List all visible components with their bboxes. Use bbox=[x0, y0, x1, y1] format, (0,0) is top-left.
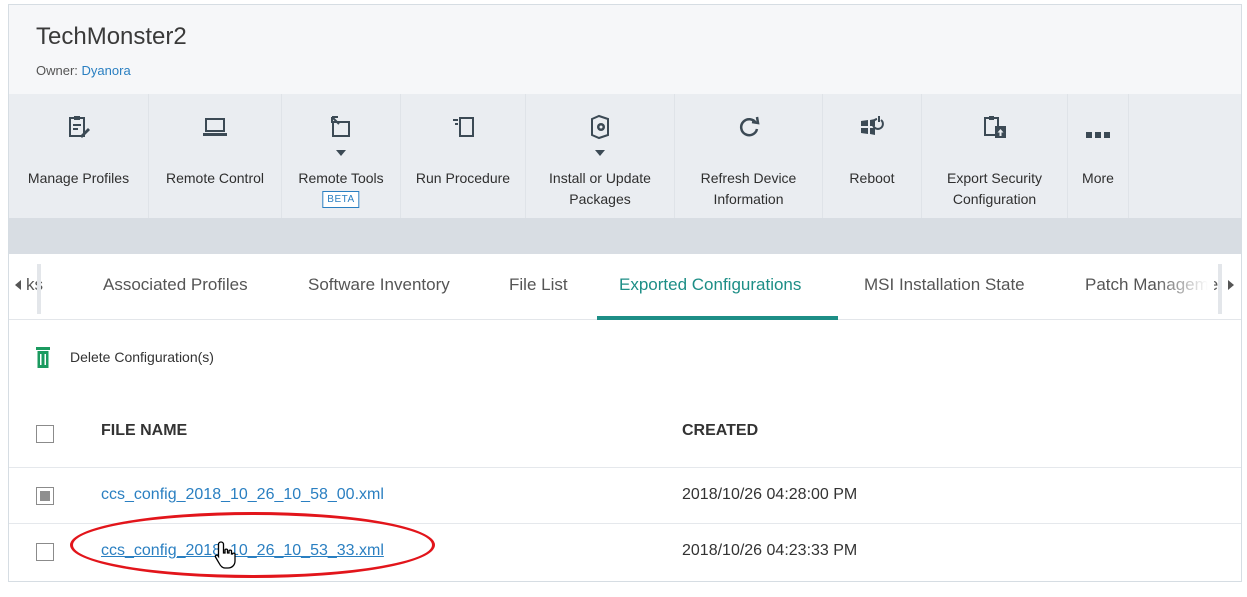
refresh-device-information-button[interactable]: Refresh Device Information bbox=[675, 94, 822, 218]
table-header-row: FILE NAME CREATED bbox=[9, 398, 1241, 468]
toolbar-spacer bbox=[9, 218, 1241, 254]
manage-profiles-button[interactable]: Manage Profiles bbox=[9, 94, 148, 218]
remote-control-button[interactable]: Remote Control bbox=[149, 94, 281, 218]
device-owner: Owner: Dyanora bbox=[36, 63, 131, 78]
export-configuration-icon bbox=[983, 116, 1006, 138]
active-tab-indicator bbox=[597, 316, 838, 320]
select-all-checkbox[interactable] bbox=[36, 425, 54, 443]
scroll-right-icon[interactable] bbox=[1228, 280, 1234, 290]
more-label: More bbox=[1082, 170, 1114, 186]
scroll-left-icon[interactable] bbox=[15, 280, 21, 290]
device-header: TechMonster2 Owner: Dyanora bbox=[9, 5, 1241, 94]
created-cell: 2018/10/26 04:28:00 PM bbox=[682, 486, 858, 503]
device-toolbar: Manage Profiles Remote Control Remote To… bbox=[9, 94, 1241, 218]
trash-icon bbox=[36, 347, 50, 368]
file-name-column-header[interactable]: FILE NAME bbox=[101, 422, 187, 440]
reboot-button[interactable]: Reboot bbox=[823, 94, 921, 218]
export-security-label: Export Security Configuration bbox=[922, 168, 1067, 210]
refresh-label-line2: Information bbox=[713, 191, 784, 207]
remote-tools-icon bbox=[331, 116, 350, 137]
export-label-line2: Configuration bbox=[952, 191, 1037, 207]
tab-overflow-fade bbox=[1154, 254, 1214, 318]
tab-associated-profiles[interactable]: Associated Profiles bbox=[103, 254, 248, 320]
run-procedure-button[interactable]: Run Procedure bbox=[401, 94, 525, 218]
delete-configurations-button[interactable]: Delete Configuration(s) bbox=[36, 345, 214, 369]
tab-file-list[interactable]: File List bbox=[509, 254, 568, 320]
remote-tools-button[interactable]: Remote Tools BETA bbox=[282, 94, 400, 218]
hand-cursor-icon bbox=[214, 541, 236, 569]
manage-profiles-icon bbox=[68, 116, 90, 138]
beta-badge: BETA bbox=[322, 191, 360, 208]
install-update-packages-button[interactable]: Install or Update Packages bbox=[526, 94, 674, 218]
package-icon bbox=[591, 114, 609, 140]
laptop-icon bbox=[203, 118, 227, 136]
file-name-cell: ccs_config_2018_10_26_10_53_33.xml bbox=[101, 542, 384, 560]
more-button[interactable]: More bbox=[1068, 94, 1128, 218]
tab-software-inventory[interactable]: Software Inventory bbox=[308, 254, 450, 320]
device-tabs: ks Associated Profiles Software Inventor… bbox=[9, 254, 1241, 320]
row-checkbox[interactable] bbox=[36, 543, 54, 561]
tab-exported-configurations[interactable]: Exported Configurations bbox=[619, 254, 801, 320]
row-checkbox[interactable] bbox=[36, 487, 54, 505]
owner-link[interactable]: Dyanora bbox=[82, 63, 131, 78]
export-security-configuration-button[interactable]: Export Security Configuration bbox=[922, 94, 1067, 218]
install-label-line2: Packages bbox=[569, 191, 631, 207]
export-label-line1: Export Security bbox=[947, 170, 1042, 186]
table-row: ccs_config_2018_10_26_10_58_00.xml 2018/… bbox=[9, 468, 1241, 524]
toolbar-divider bbox=[1128, 94, 1129, 218]
install-update-label: Install or Update Packages bbox=[526, 168, 674, 210]
tab-msi-installation-state[interactable]: MSI Installation State bbox=[864, 254, 1025, 320]
run-procedure-icon bbox=[453, 117, 474, 137]
created-cell: 2018/10/26 04:23:33 PM bbox=[682, 542, 858, 559]
more-dots-icon bbox=[1086, 132, 1110, 138]
install-label-line1: Install or Update bbox=[549, 170, 651, 186]
chevron-down-icon bbox=[336, 150, 346, 156]
device-details-panel: TechMonster2 Owner: Dyanora Manage Profi… bbox=[8, 4, 1242, 582]
file-name-cell: ccs_config_2018_10_26_10_58_00.xml bbox=[101, 486, 384, 504]
refresh-icon bbox=[739, 116, 760, 137]
file-name-link[interactable]: ccs_config_2018_10_26_10_58_00.xml bbox=[101, 486, 384, 503]
created-column-header[interactable]: CREATED bbox=[682, 422, 758, 440]
remote-control-label: Remote Control bbox=[165, 170, 265, 186]
remote-tools-label: Remote Tools bbox=[298, 170, 384, 186]
file-name-link[interactable]: ccs_config_2018_10_26_10_53_33.xml bbox=[101, 542, 384, 559]
tab-scroll-handle-right bbox=[1218, 264, 1222, 314]
table-row: ccs_config_2018_10_26_10_53_33.xml 2018/… bbox=[9, 524, 1241, 580]
reboot-label: Reboot bbox=[849, 170, 895, 186]
run-procedure-label: Run Procedure bbox=[415, 170, 511, 186]
chevron-down-icon bbox=[595, 150, 605, 156]
manage-profiles-label: Manage Profiles bbox=[27, 170, 130, 186]
refresh-label-line1: Refresh Device bbox=[700, 170, 797, 186]
reboot-icon bbox=[861, 116, 884, 135]
device-title: TechMonster2 bbox=[36, 23, 187, 50]
tab-scroll-handle-left bbox=[37, 264, 41, 314]
refresh-device-label: Refresh Device Information bbox=[675, 168, 822, 210]
delete-configurations-label: Delete Configuration(s) bbox=[70, 349, 214, 365]
owner-label: Owner: bbox=[36, 63, 78, 78]
